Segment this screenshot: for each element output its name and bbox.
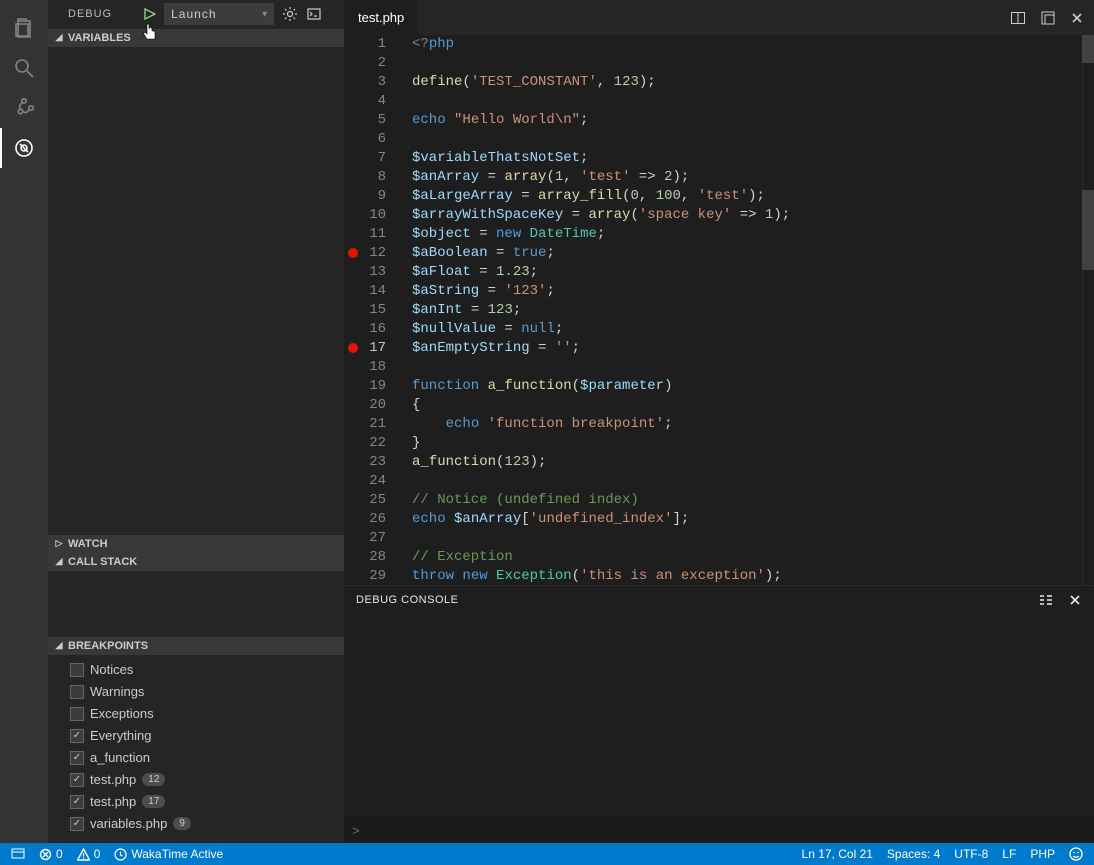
breakpoint-item[interactable]: variables.php 9 <box>48 813 344 835</box>
breakpoint-line-badge: 9 <box>173 817 191 830</box>
more-actions-button[interactable] <box>1040 10 1056 26</box>
activity-bar <box>0 0 48 843</box>
breakpoint-checkbox[interactable] <box>70 817 84 831</box>
breakpoint-checkbox[interactable] <box>70 663 84 677</box>
sidebar-title: DEBUG <box>68 8 112 20</box>
editor-tab[interactable]: test.php <box>344 0 418 35</box>
status-bar: 0 0 WakaTime Active Ln 17, Col 21 Spaces… <box>0 843 1094 865</box>
variables-section-header[interactable]: ◢ VARIABLES <box>48 29 344 47</box>
breakpoint-label: Exceptions <box>90 706 154 721</box>
status-eol[interactable]: LF <box>999 847 1019 861</box>
breakpoint-label: Warnings <box>90 684 144 699</box>
chevron-down-icon: ◢ <box>52 556 66 567</box>
breakpoint-label: Everything <box>90 728 151 743</box>
callstack-section-header[interactable]: ◢ CALL STACK <box>48 553 344 571</box>
status-cursor-position[interactable]: Ln 17, Col 21 <box>799 847 876 861</box>
explorer-icon[interactable] <box>0 8 48 48</box>
breakpoint-checkbox[interactable] <box>70 795 84 809</box>
remote-indicator[interactable] <box>8 847 28 861</box>
breakpoint-glyph[interactable] <box>348 343 358 353</box>
breakpoint-item[interactable]: Everything <box>48 725 344 747</box>
status-language[interactable]: PHP <box>1027 847 1058 861</box>
breakpoint-item[interactable]: Notices <box>48 659 344 681</box>
breakpoint-item[interactable]: Exceptions <box>48 703 344 725</box>
debug-console-clear-button[interactable] <box>1038 592 1054 608</box>
breakpoint-glyph[interactable] <box>348 248 358 258</box>
breakpoint-line-badge: 17 <box>142 795 165 808</box>
status-indentation[interactable]: Spaces: 4 <box>884 847 943 861</box>
watch-section-label: WATCH <box>68 538 108 550</box>
breakpoint-label: test.php <box>90 772 136 787</box>
glyph-margin[interactable] <box>344 35 362 585</box>
line-number-gutter: 1234567891011121314151617181920212223242… <box>362 35 404 585</box>
debug-console-close-button[interactable] <box>1068 593 1082 607</box>
open-debug-console-button[interactable] <box>306 6 322 22</box>
debug-sidebar-header: DEBUG Launch <box>48 0 344 29</box>
breakpoint-item[interactable]: Warnings <box>48 681 344 703</box>
breakpoint-item[interactable]: test.php 17 <box>48 791 344 813</box>
breakpoint-checkbox[interactable] <box>70 751 84 765</box>
watch-section-header[interactable]: ▷ WATCH <box>48 535 344 553</box>
breakpoints-section-label: BREAKPOINTS <box>68 640 148 652</box>
debug-config-select[interactable]: Launch <box>164 3 274 25</box>
source-control-icon[interactable] <box>0 88 48 128</box>
debug-console-body <box>344 613 1094 817</box>
split-editor-button[interactable] <box>1010 10 1026 26</box>
breakpoint-checkbox[interactable] <box>70 773 84 787</box>
breakpoint-checkbox[interactable] <box>70 729 84 743</box>
editor-body[interactable]: 1234567891011121314151617181920212223242… <box>344 35 1094 585</box>
debug-settings-button[interactable] <box>282 6 298 22</box>
debug-sidebar: DEBUG Launch ◢ VARIABLES ▷ WATCH ◢ <box>48 0 344 843</box>
status-encoding[interactable]: UTF-8 <box>951 847 991 861</box>
chevron-down-icon: ◢ <box>52 640 66 651</box>
chevron-down-icon: ◢ <box>52 32 66 43</box>
variables-section-body <box>48 47 344 535</box>
status-feedback-button[interactable] <box>1066 847 1086 861</box>
callstack-section-body <box>48 571 344 637</box>
breakpoint-label: a_function <box>90 750 150 765</box>
status-warnings[interactable]: 0 <box>74 847 104 861</box>
minimap[interactable] <box>1082 35 1094 585</box>
breakpoint-item[interactable]: test.php 12 <box>48 769 344 791</box>
variables-section-label: VARIABLES <box>68 32 131 44</box>
debug-icon[interactable] <box>0 128 48 168</box>
breakpoint-label: Notices <box>90 662 133 677</box>
code-content[interactable]: <?phpdefine('TEST_CONSTANT', 123);echo "… <box>404 35 1094 585</box>
debug-console-input[interactable]: > <box>344 817 1094 843</box>
breakpoint-label: test.php <box>90 794 136 809</box>
editor-pane: test.php 1234567891011121314151617181920… <box>344 0 1094 843</box>
debug-console-panel: DEBUG CONSOLE > <box>344 585 1094 843</box>
breakpoint-checkbox[interactable] <box>70 707 84 721</box>
close-editor-button[interactable] <box>1070 11 1084 25</box>
callstack-section-label: CALL STACK <box>68 556 137 568</box>
breakpoint-checkbox[interactable] <box>70 685 84 699</box>
search-icon[interactable] <box>0 48 48 88</box>
debug-console-title: DEBUG CONSOLE <box>356 594 458 606</box>
chevron-right-icon: ▷ <box>52 538 66 549</box>
breakpoint-line-badge: 12 <box>142 773 165 786</box>
start-debug-button[interactable] <box>142 7 156 21</box>
status-wakatime[interactable]: WakaTime Active <box>111 847 226 861</box>
breakpoints-section-header[interactable]: ◢ BREAKPOINTS <box>48 637 344 655</box>
status-errors[interactable]: 0 <box>36 847 66 861</box>
breakpoint-item[interactable]: a_function <box>48 747 344 769</box>
breakpoint-label: variables.php <box>90 816 167 831</box>
editor-tabstrip: test.php <box>344 0 1094 35</box>
breakpoints-section-body: Notices Warnings Exceptions Everything a_fun… <box>48 655 344 843</box>
